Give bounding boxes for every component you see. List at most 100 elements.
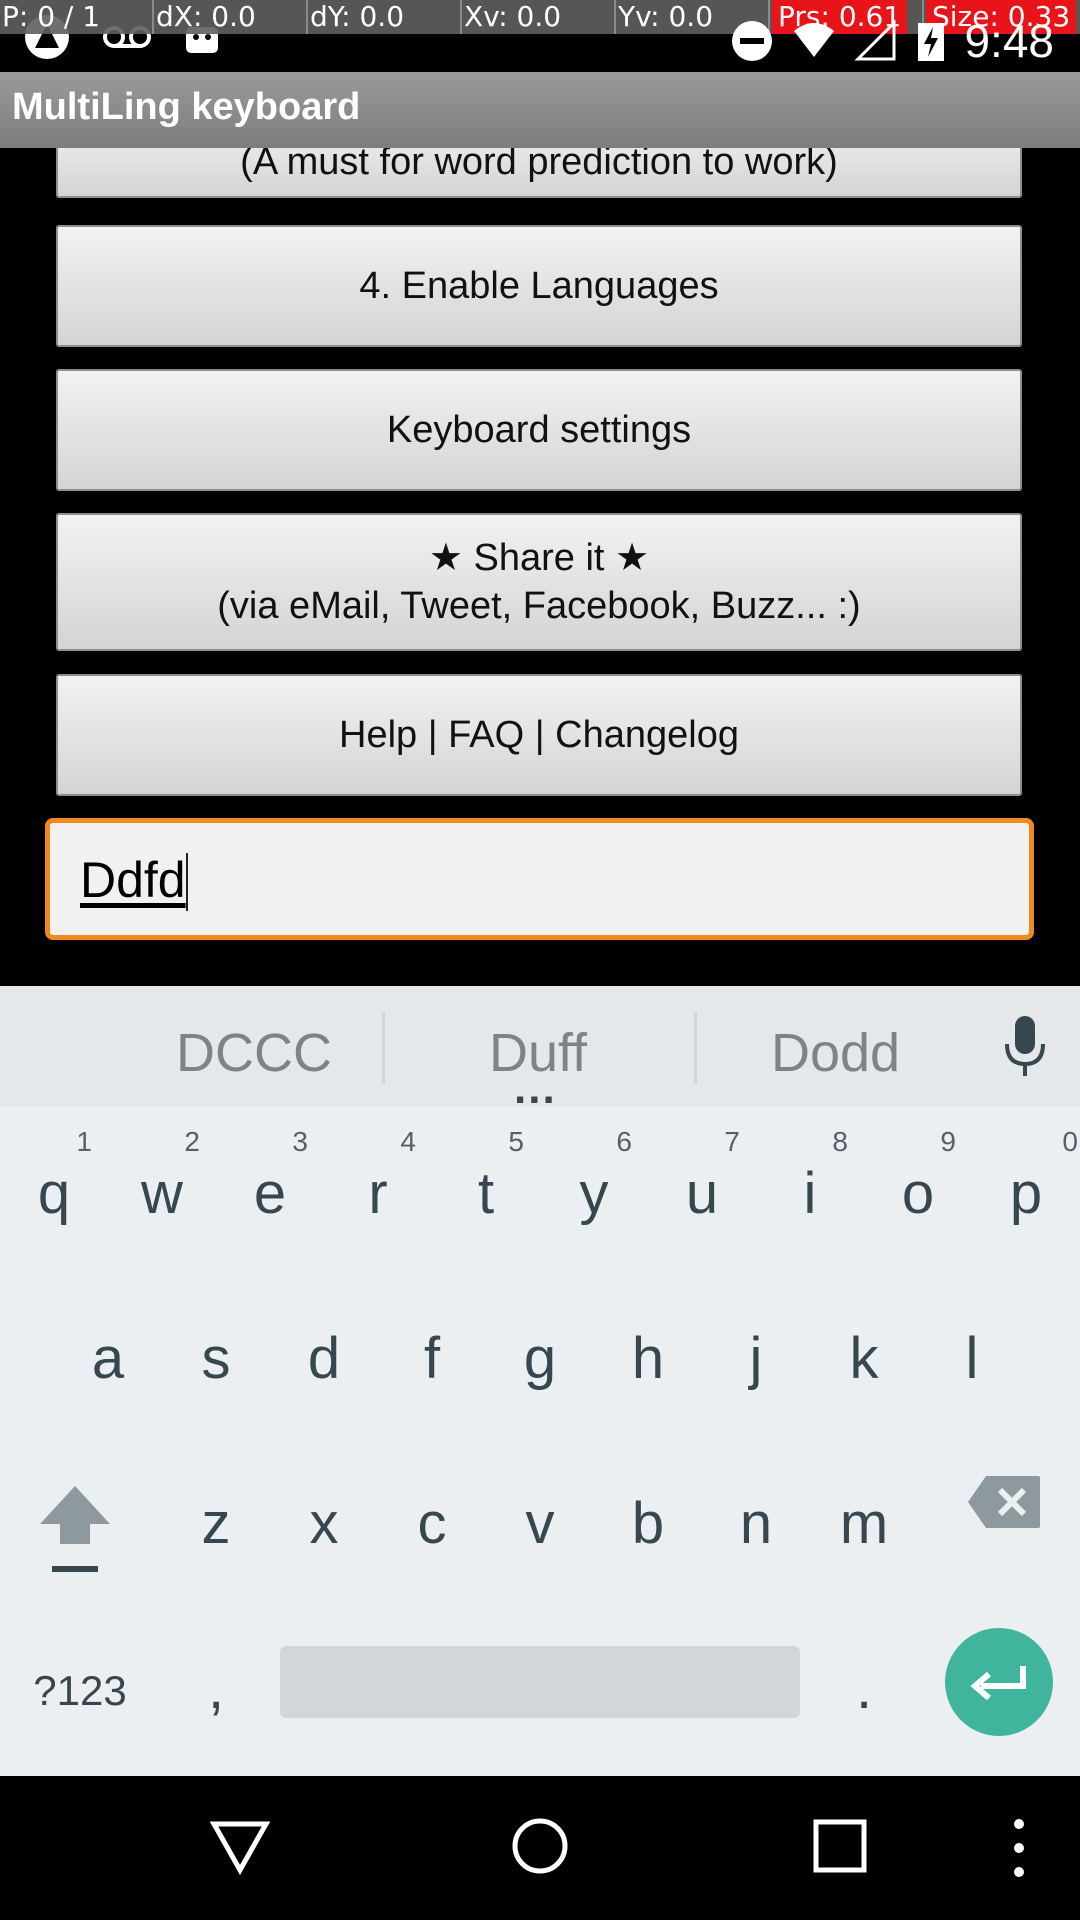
key-y[interactable]: 6y <box>540 1108 648 1273</box>
key-label: ?123 <box>33 1667 127 1714</box>
key-f[interactable]: f <box>378 1273 486 1438</box>
help-faq-changelog-button[interactable]: Help | FAQ | Changelog <box>56 674 1022 796</box>
key-label: s <box>201 1326 231 1391</box>
app-bar: MultiLing keyboard <box>0 72 1080 148</box>
key-b[interactable]: b <box>594 1438 702 1603</box>
key-z[interactable]: z <box>162 1438 270 1603</box>
suggestion-divider <box>382 1012 385 1084</box>
key-d[interactable]: d <box>270 1273 378 1438</box>
app-title: MultiLing keyboard <box>12 86 361 128</box>
key-j[interactable]: j <box>702 1273 810 1438</box>
key-label: , <box>207 1656 225 1721</box>
key-e[interactable]: 3e <box>216 1108 324 1273</box>
clock: 9:48 <box>964 15 1054 67</box>
key-c[interactable]: c <box>378 1438 486 1603</box>
key-label: n <box>739 1491 773 1556</box>
recents-icon[interactable] <box>810 1816 870 1876</box>
navigation-bar <box>0 1776 1080 1920</box>
key-t[interactable]: 5t <box>432 1108 540 1273</box>
keyboard-settings-button[interactable]: Keyboard settings <box>56 369 1022 491</box>
key-x[interactable]: x <box>270 1438 378 1603</box>
key-label: x <box>309 1491 339 1556</box>
key-label: f <box>423 1326 441 1391</box>
key-s[interactable]: s <box>162 1273 270 1438</box>
key-label: e <box>253 1161 287 1226</box>
more-suggestions-indicator[interactable]: ... <box>514 1064 557 1114</box>
key-period[interactable]: . <box>810 1603 918 1768</box>
key-q[interactable]: 1q <box>0 1108 108 1273</box>
keyboard-settings-label: Keyboard settings <box>386 409 692 451</box>
key-n[interactable]: n <box>702 1438 810 1603</box>
suggestion-left[interactable]: DCCC <box>176 1022 332 1084</box>
key-label: . <box>855 1656 873 1721</box>
share-subtitle: (via eMail, Tweet, Facebook, Buzz... :) <box>217 585 861 627</box>
shift-key[interactable] <box>20 1438 130 1603</box>
test-text-input[interactable]: Ddfd <box>45 818 1034 940</box>
key-hint: 2 <box>184 1126 200 1157</box>
key-a[interactable]: a <box>54 1273 162 1438</box>
key-label: g <box>523 1326 557 1391</box>
share-button[interactable]: ★ Share it ★ (via eMail, Tweet, Facebook… <box>56 513 1022 651</box>
key-label: k <box>849 1326 879 1391</box>
key-v[interactable]: v <box>486 1438 594 1603</box>
input-value: Ddfd <box>80 852 186 908</box>
key-hint: 8 <box>832 1126 848 1157</box>
shift-icon <box>40 1486 110 1572</box>
status-bar: P: 0 / 1 dX: 0.0 dY: 0.0 Xv: 0.0 Yv: 0.0… <box>0 0 1080 72</box>
menu-icon[interactable] <box>1004 1816 1034 1880</box>
key-u[interactable]: 7u <box>648 1108 756 1273</box>
suggestion-divider <box>694 1012 697 1084</box>
enable-languages-button[interactable]: 4. Enable Languages <box>56 225 1022 347</box>
enter-icon <box>970 1666 1026 1701</box>
help-label: Help | FAQ | Changelog <box>339 714 739 756</box>
wifi-icon <box>794 23 835 57</box>
space-bar[interactable] <box>280 1646 800 1718</box>
key-i[interactable]: 8i <box>756 1108 864 1273</box>
key-label: m <box>839 1491 889 1556</box>
key-label: u <box>685 1161 719 1226</box>
key-label: i <box>803 1161 817 1226</box>
key-label: z <box>201 1491 231 1556</box>
key-label: t <box>477 1161 495 1226</box>
key-label: v <box>525 1491 555 1556</box>
backspace-icon <box>968 1476 1040 1528</box>
do-not-disturb-icon <box>732 21 773 61</box>
battery-charging-icon <box>918 23 945 61</box>
enable-languages-label: 4. Enable Languages <box>359 265 719 307</box>
suggestion-strip: DCCC Duff ... Dodd <box>0 986 1080 1113</box>
key-comma[interactable]: , <box>162 1603 270 1768</box>
home-icon[interactable] <box>510 1816 570 1876</box>
back-icon[interactable] <box>210 1816 270 1876</box>
microphone-icon[interactable] <box>1002 1016 1048 1078</box>
key-hint: 6 <box>616 1126 632 1157</box>
key-hint: 4 <box>400 1126 416 1157</box>
enter-key[interactable] <box>945 1628 1053 1736</box>
key-label: w <box>141 1161 183 1226</box>
signal-icon <box>854 19 896 61</box>
key-label: a <box>91 1326 125 1391</box>
key-h[interactable]: h <box>594 1273 702 1438</box>
key-label: j <box>749 1326 763 1391</box>
key-hint: 1 <box>76 1126 92 1157</box>
key-w[interactable]: 2w <box>108 1108 216 1273</box>
key-o[interactable]: 9o <box>864 1108 972 1273</box>
symbols-key[interactable]: ?123 <box>20 1603 140 1768</box>
soft-keyboard: DCCC Duff ... Dodd 1q 2w 3e 4r 5t 6y 7u … <box>0 986 1080 1776</box>
word-prediction-setup-button[interactable]: (A must for word prediction to work) <box>56 148 1022 198</box>
key-k[interactable]: k <box>810 1273 918 1438</box>
key-p[interactable]: 0p <box>972 1108 1080 1273</box>
suggestion-right[interactable]: Dodd <box>771 1022 900 1084</box>
key-r[interactable]: 4r <box>324 1108 432 1273</box>
word-prediction-note: (A must for word prediction to work) <box>240 148 838 183</box>
backspace-key[interactable] <box>950 1438 1060 1603</box>
key-g[interactable]: g <box>486 1273 594 1438</box>
key-m[interactable]: m <box>810 1438 918 1603</box>
pointer-xv: Xv: 0.0 <box>462 0 616 34</box>
key-l[interactable]: l <box>918 1273 1026 1438</box>
text-cursor <box>186 853 188 911</box>
pointer-dy: dY: 0.0 <box>308 0 462 34</box>
main-content: (A must for word prediction to work) 4. … <box>0 148 1080 986</box>
key-label: l <box>965 1326 979 1391</box>
key-label: h <box>631 1326 665 1391</box>
pointer-count: P: 0 / 1 <box>0 0 154 34</box>
